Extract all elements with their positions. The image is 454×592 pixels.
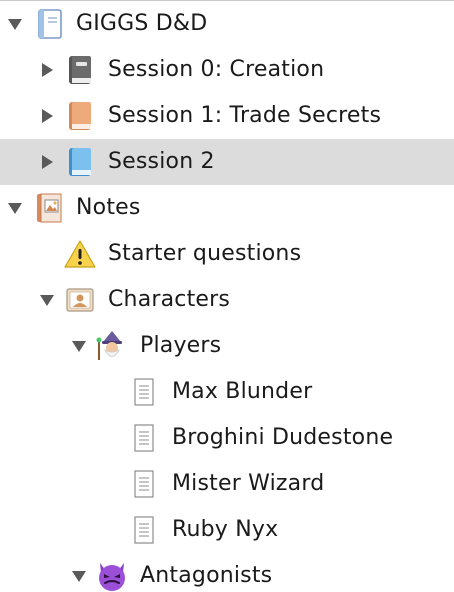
disclosure-expanded-icon[interactable] [6,185,24,231]
binder-item-label: Session 0: Creation [108,57,325,82]
devil-emoji-icon [94,558,130,592]
binder-item-notes[interactable]: Notes [0,185,454,231]
document-icon [126,512,162,548]
binder-item-label: Starter questions [108,241,302,266]
disclosure-expanded-icon[interactable] [38,277,56,323]
binder-item-ruby-nyx[interactable]: Ruby Nyx [0,507,454,553]
book-blue-icon [62,144,98,180]
book-dark-icon [62,52,98,88]
binder-item-players[interactable]: Players [0,323,454,369]
binder-item-label: Antagonists [140,563,273,588]
mage-emoji-icon [94,328,130,364]
binder-item-label: Players [140,333,222,358]
binder-item-antagonists[interactable]: Antagonists [0,553,454,592]
binder-item-starter-questions[interactable]: Starter questions [0,231,454,277]
disclosure-collapsed-icon[interactable] [38,139,56,185]
binder-item-session-1[interactable]: Session 1: Trade Secrets [0,93,454,139]
contact-card-icon [62,282,98,318]
project-notebook-icon [32,6,68,42]
disclosure-expanded-icon[interactable] [6,1,24,47]
binder-item-label: Mister Wizard [172,471,325,496]
document-icon [126,466,162,502]
binder-item-label: GIGGS D&D [76,11,208,36]
binder-item-session-2[interactable]: Session 2 [0,139,454,185]
binder-item-characters[interactable]: Characters [0,277,454,323]
binder-item-label: Ruby Nyx [172,517,279,542]
binder-item-label: Broghini Dudestone [172,425,394,450]
disclosure-expanded-icon[interactable] [70,323,88,369]
binder-item-max-blunder[interactable]: Max Blunder [0,369,454,415]
binder-item-label: Session 1: Trade Secrets [108,103,382,128]
document-icon [126,420,162,456]
disclosure-collapsed-icon[interactable] [38,93,56,139]
binder-item-session-0[interactable]: Session 0: Creation [0,47,454,93]
warning-icon [62,236,98,272]
binder-item-giggs-dnd[interactable]: GIGGS D&D [0,1,454,47]
book-orange-icon [62,98,98,134]
disclosure-collapsed-icon[interactable] [38,47,56,93]
binder-item-mister-wizard[interactable]: Mister Wizard [0,461,454,507]
disclosure-expanded-icon[interactable] [70,553,88,592]
binder-item-label: Session 2 [108,149,215,174]
document-icon [126,374,162,410]
binder-item-broghini-dudestone[interactable]: Broghini Dudestone [0,415,454,461]
binder-item-label: Characters [108,287,231,312]
notebook-photo-icon [32,190,68,226]
binder-outline: GIGGS D&D Session 0: Creation Session 1:… [0,0,454,592]
binder-item-label: Max Blunder [172,379,313,404]
binder-item-label: Notes [76,195,141,220]
